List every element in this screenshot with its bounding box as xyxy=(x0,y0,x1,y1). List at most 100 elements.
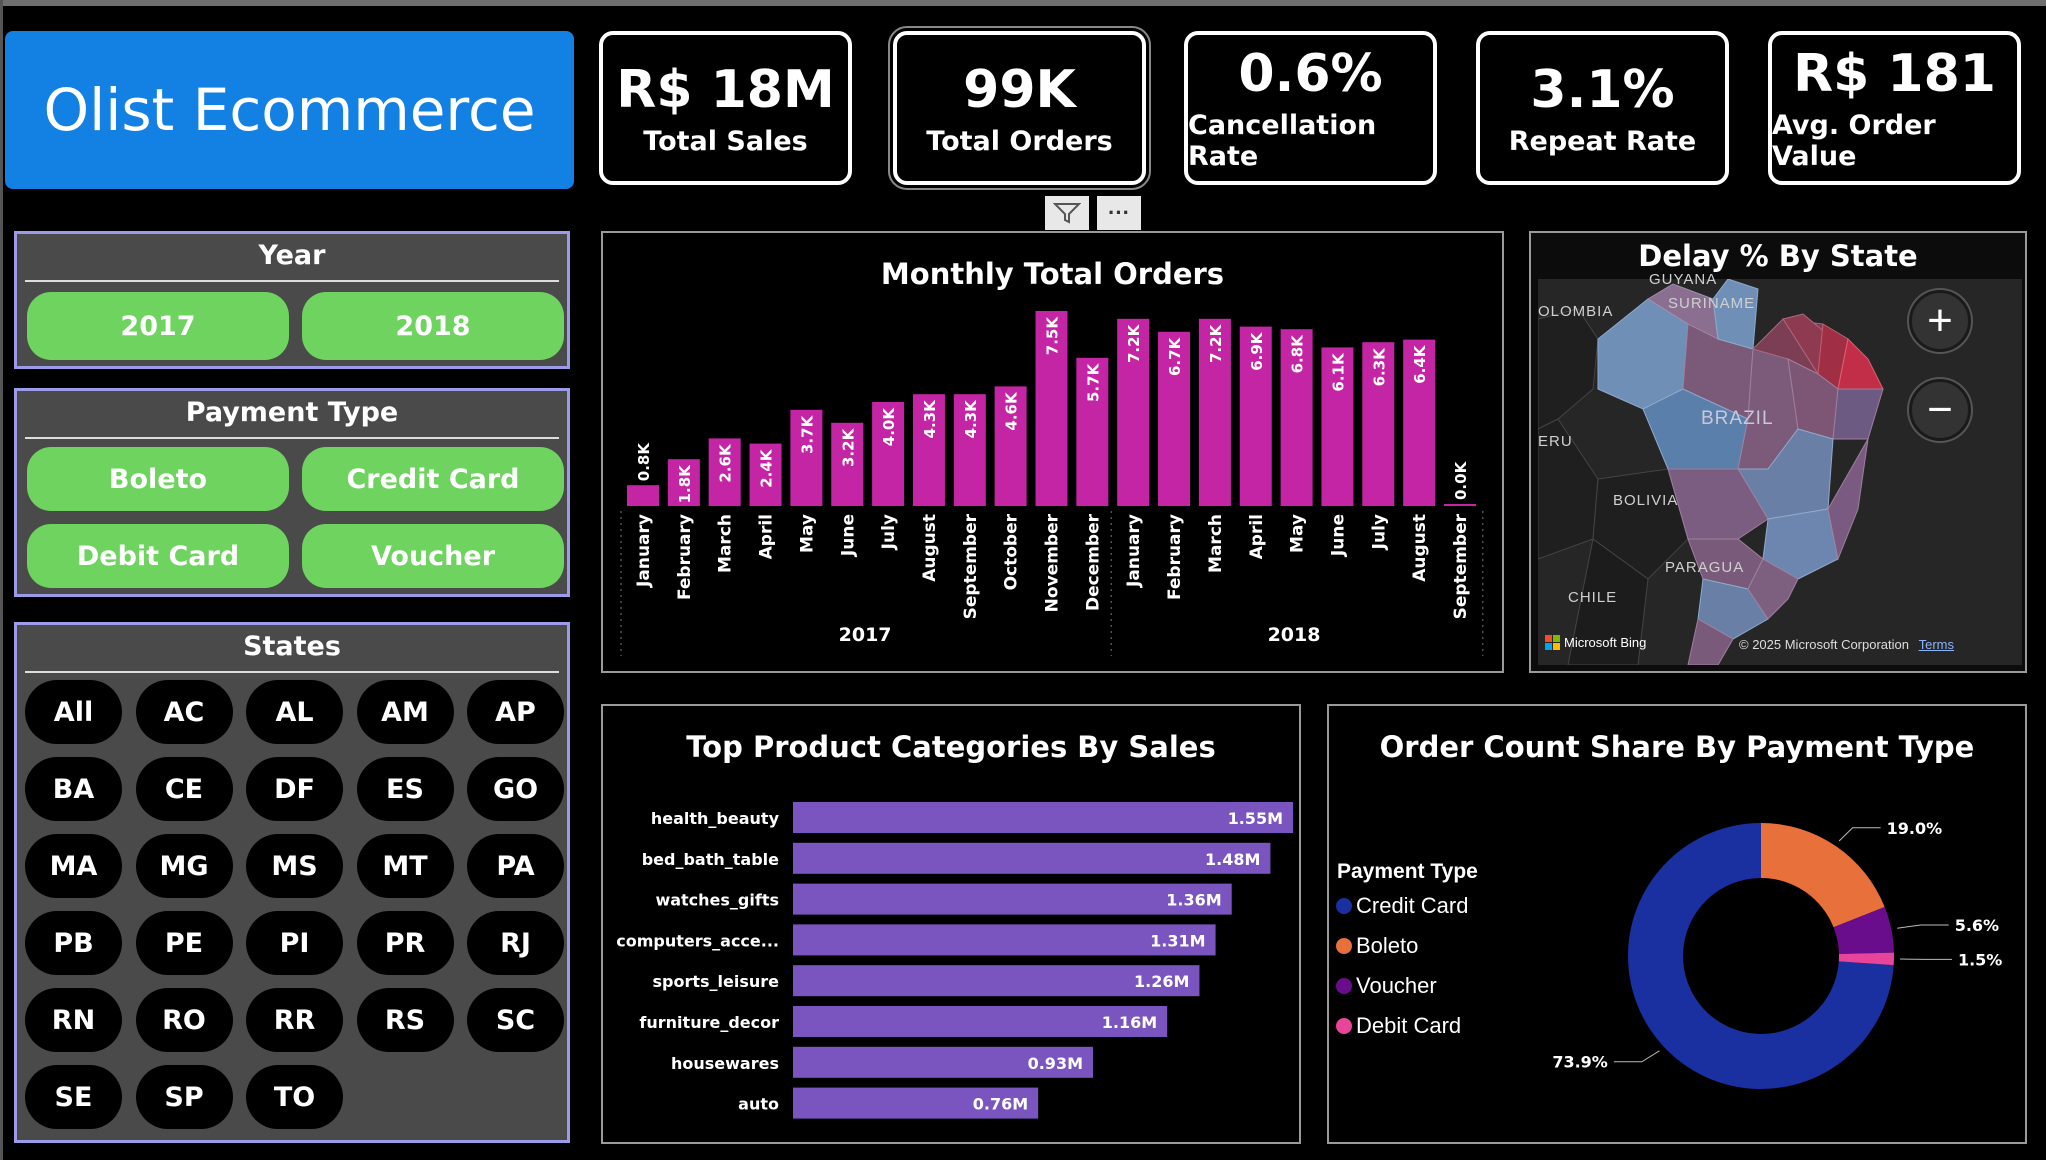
kpi-label: Total Orders xyxy=(926,125,1113,157)
month-tick-label: November xyxy=(1043,513,1063,612)
state-option-pr[interactable]: PR xyxy=(356,911,454,975)
category-tick-label: sports_leisure xyxy=(652,972,779,991)
category-tick-label: watches_gifts xyxy=(655,891,779,910)
state-option-to[interactable]: TO xyxy=(246,1065,343,1129)
payment-share-donut: 73.9% 19.0% 5.6% 1.5% xyxy=(1552,819,2002,1089)
state-option-ma[interactable]: MA xyxy=(25,834,122,898)
kpi-label: Total Sales xyxy=(643,125,808,157)
donut-leader-line xyxy=(1897,924,1949,929)
monthly-bar-label: 6.3K xyxy=(1370,347,1388,387)
legend-item-boleto[interactable]: Boleto xyxy=(1336,933,1418,959)
state-option-ap[interactable]: AP xyxy=(467,680,564,744)
payment-option-debit-card[interactable]: Debit Card xyxy=(27,524,289,588)
month-tick-label: June xyxy=(838,514,858,557)
donut-slice-label: 1.5% xyxy=(1958,950,2002,969)
state-option-sp[interactable]: SP xyxy=(135,1065,233,1129)
monthly-bar-label: 3.7K xyxy=(798,414,816,454)
category-bar[interactable] xyxy=(793,842,1271,874)
kpi-value: R$ 18M xyxy=(616,59,835,120)
filter-icon[interactable] xyxy=(1045,196,1089,230)
month-tick-label: July xyxy=(1369,514,1389,550)
category-value-label: 1.16M xyxy=(1102,1013,1157,1032)
state-option-go[interactable]: GO xyxy=(467,757,564,821)
payment-option-boleto[interactable]: Boleto xyxy=(27,447,289,511)
legend-marker xyxy=(1336,978,1352,994)
monthly-bar[interactable] xyxy=(627,485,659,506)
year-option-2018[interactable]: 2018 xyxy=(302,292,564,360)
state-option-mg[interactable]: MG xyxy=(135,834,233,898)
legend-marker xyxy=(1336,898,1352,914)
state-option-ce[interactable]: CE xyxy=(135,757,233,821)
category-value-label: 1.55M xyxy=(1228,809,1283,828)
state-option-se[interactable]: SE xyxy=(25,1065,122,1129)
payment-type-slicer: Payment Type Boleto Credit Card Debit Ca… xyxy=(14,388,570,597)
state-option-pi[interactable]: PI xyxy=(246,911,343,975)
state-option-all[interactable]: All xyxy=(25,680,122,744)
state-option-rr[interactable]: RR xyxy=(246,988,343,1052)
state-option-ro[interactable]: RO xyxy=(135,988,233,1052)
payment-slicer-title: Payment Type xyxy=(25,391,559,439)
terms-link[interactable]: Terms xyxy=(1919,637,1954,652)
kpi-value: 99K xyxy=(963,59,1076,120)
month-tick-label: March xyxy=(716,514,736,573)
state-option-pa[interactable]: PA xyxy=(467,834,564,898)
category-bar[interactable] xyxy=(793,802,1293,833)
more-options-icon[interactable]: ··· xyxy=(1097,196,1141,230)
delay-map-panel: Delay % By State GUYANA SURINAME OLOMBIA… xyxy=(1529,231,2027,673)
state-option-rs[interactable]: RS xyxy=(356,988,454,1052)
donut-slice-boleto[interactable] xyxy=(1761,823,1885,928)
dashboard-title: Olist Ecommerce xyxy=(43,76,536,144)
legend-label: Voucher xyxy=(1356,973,1437,998)
month-tick-label: May xyxy=(797,514,817,553)
state-option-sc[interactable]: SC xyxy=(467,988,564,1052)
state-option-ms[interactable]: MS xyxy=(246,834,343,898)
state-option-es[interactable]: ES xyxy=(356,757,454,821)
month-tick-label: February xyxy=(1165,514,1185,600)
donut-leader-line xyxy=(1838,827,1881,842)
monthly-bar-label: 4.3K xyxy=(962,399,980,439)
kpi-value: 0.6% xyxy=(1238,44,1383,104)
kpi-cancellation-rate[interactable]: 0.6% Cancellation Rate xyxy=(1184,31,1437,185)
kpi-total-sales[interactable]: R$ 18M Total Sales xyxy=(599,31,852,185)
legend-label: Credit Card xyxy=(1356,893,1469,918)
kpi-avg-order-value[interactable]: R$ 181 Avg. Order Value xyxy=(1768,31,2021,185)
category-value-label: 1.36M xyxy=(1166,891,1221,910)
payment-option-voucher[interactable]: Voucher xyxy=(302,524,564,588)
map-label-chile: CHILE xyxy=(1568,589,1618,606)
month-tick-label: July xyxy=(879,514,899,550)
state-option-df[interactable]: DF xyxy=(246,757,343,821)
category-tick-label: furniture_decor xyxy=(639,1013,779,1032)
kpi-repeat-rate[interactable]: 3.1% Repeat Rate xyxy=(1476,31,1729,185)
legend-item-debit-card[interactable]: Debit Card xyxy=(1336,1013,1461,1039)
legend-item-credit-card[interactable]: Credit Card xyxy=(1336,893,1468,919)
kpi-value: R$ 181 xyxy=(1793,44,1996,104)
state-option-rn[interactable]: RN xyxy=(25,988,122,1052)
state-option-am[interactable]: AM xyxy=(356,680,454,744)
zoom-out-button[interactable]: − xyxy=(1909,379,1971,441)
legend-item-voucher[interactable]: Voucher xyxy=(1336,973,1437,999)
payment-option-credit-card[interactable]: Credit Card xyxy=(302,447,564,511)
state-option-al[interactable]: AL xyxy=(246,680,343,744)
month-tick-label: October xyxy=(1002,513,1022,590)
monthly-bar-label: 4.6K xyxy=(1003,391,1021,431)
states-slicer: States All AC AL AM AP BA CE DF ES GO MA MG MS MT PA PB… xyxy=(14,622,570,1143)
category-tick-label: computers_acce... xyxy=(616,931,779,950)
map-label-guyana: GUYANA xyxy=(1649,271,1718,288)
state-option-pe[interactable]: PE xyxy=(135,911,233,975)
monthly-bar-label: 6.7K xyxy=(1166,336,1184,376)
zoom-in-button[interactable]: + xyxy=(1909,290,1971,352)
month-tick-label: June xyxy=(1328,514,1348,557)
visual-header-toolbar: ··· xyxy=(1045,196,1141,230)
year-option-2017[interactable]: 2017 xyxy=(27,292,289,360)
state-option-mt[interactable]: MT xyxy=(356,834,454,898)
monthly-bar-label: 2.4K xyxy=(758,448,776,488)
legend-marker xyxy=(1336,938,1352,954)
state-option-ac[interactable]: AC xyxy=(135,680,233,744)
state-option-ba[interactable]: BA xyxy=(25,757,122,821)
state-option-rj[interactable]: RJ xyxy=(467,911,564,975)
state-option-pb[interactable]: PB xyxy=(25,911,122,975)
monthly-bar-label: 5.7K xyxy=(1084,362,1102,402)
kpi-total-orders[interactable]: 99K Total Orders xyxy=(888,26,1151,190)
kpi-label: Avg. Order Value xyxy=(1772,110,1936,172)
monthly-bar[interactable] xyxy=(1444,504,1476,506)
